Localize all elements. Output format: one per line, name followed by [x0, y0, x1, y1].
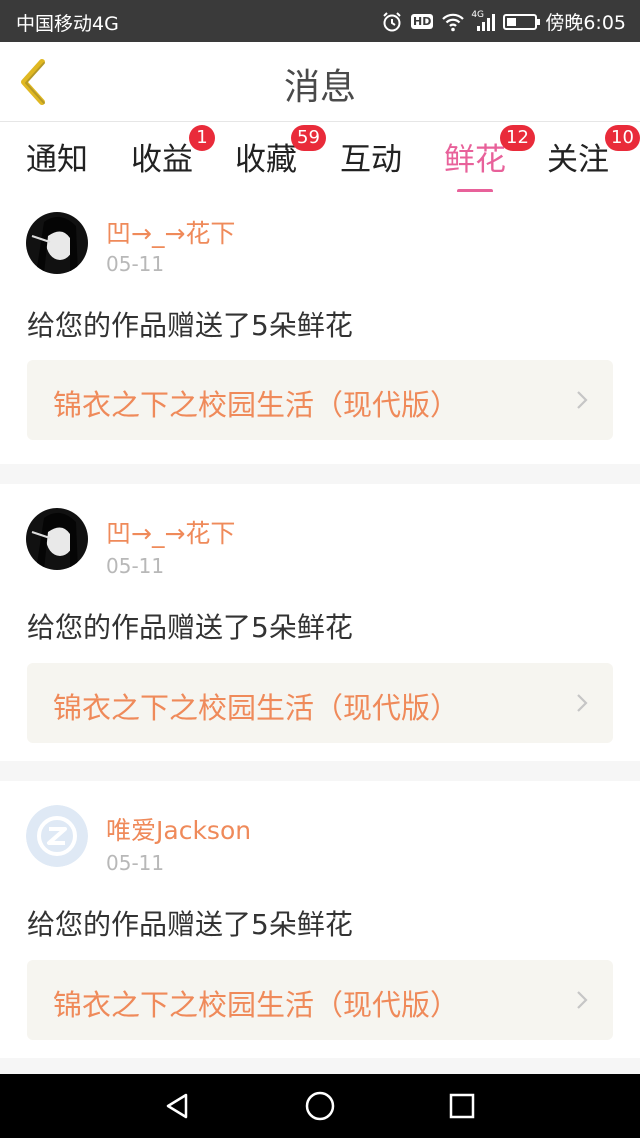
work-link[interactable]: 锦衣之下之校园生活（现代版）	[27, 960, 613, 1040]
tab-bar: 通知 收益 1 收藏 59 互动 鲜花 12 关注 10	[0, 122, 640, 193]
avatar[interactable]	[26, 508, 88, 570]
chevron-right-icon	[577, 694, 588, 712]
default-avatar-icon	[26, 805, 88, 867]
tab-label: 收藏	[235, 142, 297, 178]
unread-badge: 12	[500, 125, 535, 151]
tab-flowers[interactable]: 鲜花 12	[444, 125, 535, 193]
page-title: 消息	[283, 67, 356, 108]
unread-badge: 10	[605, 125, 640, 151]
avatar[interactable]	[26, 805, 88, 867]
chevron-right-icon	[577, 391, 588, 409]
carrier-label: 中国移动4G	[16, 13, 119, 35]
tab-notice[interactable]: 通知	[26, 134, 88, 179]
message-card: 唯爱Jackson 05-11 给您的作品赠送了5朵鲜花 锦衣之下之校园生活（现…	[0, 781, 640, 1058]
tab-label: 收益	[131, 142, 193, 178]
tab-follow[interactable]: 关注 10	[547, 125, 640, 179]
top-header: 消息	[0, 42, 640, 122]
message-date: 05-11	[106, 851, 165, 875]
battery-icon	[503, 13, 541, 30]
alarm-icon	[381, 11, 403, 33]
hd-icon: HD	[410, 14, 434, 29]
message-text: 给您的作品赠送了5朵鲜花	[27, 309, 353, 342]
message-date: 05-11	[106, 554, 165, 578]
sender-name[interactable]: 凹→_→花下	[106, 514, 235, 550]
sender-name[interactable]: 唯爱Jackson	[106, 811, 251, 847]
message-card: 凹→_→花下 05-11 给您的作品赠送了5朵鲜花 锦衣之下之校园生活（现代版）	[0, 484, 640, 761]
work-link[interactable]: 锦衣之下之校园生活（现代版）	[27, 663, 613, 743]
sender-name[interactable]: 凹→_→花下	[106, 214, 235, 250]
tab-label: 鲜花	[444, 142, 506, 178]
network-type: 4G	[471, 9, 485, 20]
app-screen: 中国移动4G HD 4G 傍晚6:05 消息 通知 收益 1 收藏 59 互动 …	[0, 0, 640, 1138]
tab-label: 互动	[340, 142, 402, 178]
recents-square-icon[interactable]	[446, 1090, 478, 1122]
photo-avatar-icon	[26, 508, 88, 570]
work-title: 锦衣之下之校园生活（现代版）	[53, 988, 460, 1022]
system-nav-bar	[0, 1074, 640, 1138]
work-title: 锦衣之下之校园生活（现代版）	[53, 388, 460, 422]
status-icons: HD 4G 傍晚6:05	[381, 8, 626, 35]
work-link[interactable]: 锦衣之下之校园生活（现代版）	[27, 360, 613, 440]
message-text: 给您的作品赠送了5朵鲜花	[27, 908, 353, 941]
chevron-right-icon	[577, 991, 588, 1009]
signal-icon: 4G	[471, 9, 496, 32]
avatar[interactable]	[26, 212, 88, 274]
message-card: 凹→_→花下 05-11 给您的作品赠送了5朵鲜花 锦衣之下之校园生活（现代版）	[0, 192, 640, 464]
tab-favorites[interactable]: 收藏 59	[235, 125, 326, 179]
photo-avatar-icon	[26, 212, 88, 274]
tab-earnings[interactable]: 收益 1	[131, 125, 215, 179]
message-date: 05-11	[106, 252, 165, 276]
message-text: 给您的作品赠送了5朵鲜花	[27, 611, 353, 644]
home-circle-icon[interactable]	[304, 1090, 336, 1122]
unread-badge: 1	[189, 125, 215, 151]
wifi-icon	[441, 12, 465, 32]
work-title: 锦衣之下之校园生活（现代版）	[53, 691, 460, 725]
back-triangle-icon[interactable]	[162, 1090, 194, 1122]
tab-label: 通知	[26, 142, 88, 178]
tab-interaction[interactable]: 互动	[340, 134, 402, 179]
unread-badge: 59	[291, 125, 326, 151]
status-bar: 中国移动4G HD 4G 傍晚6:05	[0, 0, 640, 42]
clock-label: 傍晚6:05	[545, 12, 626, 34]
tab-label: 关注	[547, 142, 609, 178]
